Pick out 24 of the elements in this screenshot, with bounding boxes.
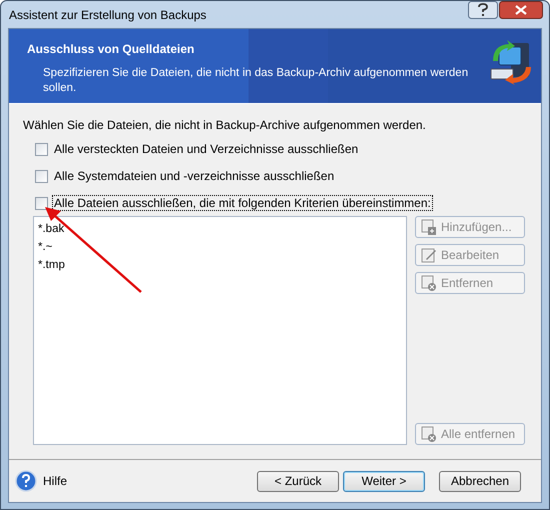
- list-item[interactable]: *.~: [38, 238, 402, 256]
- checkbox-label[interactable]: Alle Dateien ausschließen, die mit folgenden Kriterien übereinstimmen:: [53, 196, 432, 210]
- help-link[interactable]: Hilfe: [43, 474, 68, 488]
- pencil-icon: [421, 247, 437, 263]
- checkbox-label[interactable]: Alle Systemdateien und -verzeichnisse ausschließen: [53, 169, 336, 183]
- close-icon[interactable]: [499, 1, 543, 19]
- checkbox-label[interactable]: Alle versteckten Dateien und Verzeichnisse ausschließen: [53, 142, 360, 156]
- wizard-button[interactable]: < Zurück: [257, 470, 339, 492]
- wizard-button[interactable]: Weiter >: [343, 470, 425, 492]
- wizard-button[interactable]: Abbrechen: [439, 470, 521, 492]
- remove-icon: [421, 426, 437, 442]
- checkbox[interactable]: [35, 142, 48, 156]
- page-title: Ausschluss von Quelldateien: [27, 42, 196, 56]
- checkbox[interactable]: [35, 196, 48, 210]
- instruction-text: Wählen Sie die Dateien, die nicht in Backup-Archive aufgenommen werden.: [23, 118, 427, 132]
- window-title: Assistent zur Erstellung von Backups: [9, 8, 206, 22]
- help-icon[interactable]: [468, 1, 498, 19]
- add-icon: [421, 219, 437, 235]
- list-item[interactable]: *.bak: [38, 220, 402, 238]
- checkbox[interactable]: [35, 170, 48, 182]
- list-item[interactable]: *.tmp: [38, 256, 402, 274]
- computer-backup-icon: [489, 39, 533, 85]
- page-description: Spezifizieren Sie die Dateien, die nicht in das Backup-Archiv aufgenommen werden sollen.: [43, 66, 470, 96]
- remove-icon: [421, 275, 437, 291]
